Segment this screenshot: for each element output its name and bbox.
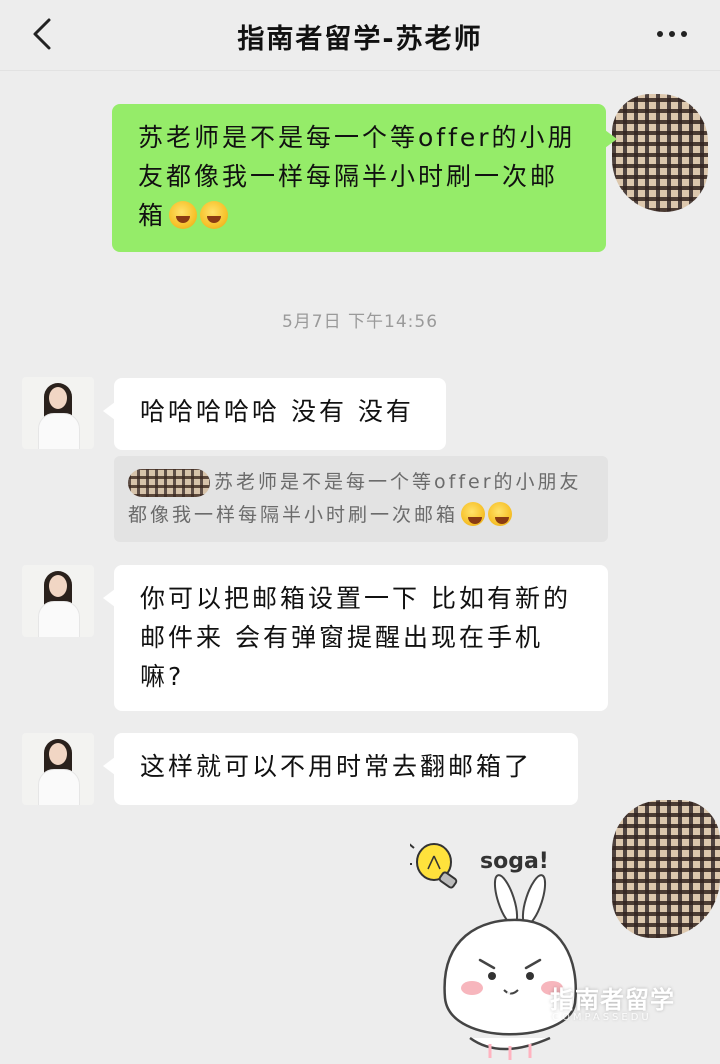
lightbulb-icon	[406, 842, 458, 889]
chat-header: 指南者留学-苏老师	[0, 0, 720, 71]
message-bubble-outgoing[interactable]: 苏老师是不是每一个等offer的小朋友都像我一样每隔半小时刷一次邮箱	[112, 104, 617, 252]
emoji-laugh-cry-icon	[200, 201, 229, 229]
watermark-text: 指南者留学	[550, 986, 675, 1014]
quoted-message[interactable]: 苏老师是不是每一个等offer的小朋友都像我一样每隔半小时刷一次邮箱	[114, 456, 608, 542]
chat-title: 指南者留学-苏老师	[237, 24, 483, 55]
timestamp: 5月7日 下午14:56	[281, 312, 439, 332]
avatar[interactable]	[22, 377, 94, 449]
more-icon	[654, 31, 690, 37]
emoji-laugh-cry-icon	[169, 201, 198, 229]
emoji-laugh-cry-icon	[488, 501, 513, 526]
watermark: 指南者留学 COMPASSEDU	[506, 976, 716, 1036]
more-button[interactable]	[652, 18, 692, 50]
redacted-name	[128, 468, 210, 497]
message-text: 这样就可以不用时常去翻邮箱了	[140, 752, 533, 781]
message-bubble-incoming[interactable]: 这样就可以不用时常去翻邮箱了	[103, 733, 578, 805]
sticker-text: soga!	[480, 849, 549, 874]
avatar[interactable]	[22, 565, 94, 637]
avatar[interactable]	[22, 733, 94, 805]
compass-logo-icon	[506, 982, 540, 1016]
self-avatar[interactable]	[612, 800, 720, 938]
message-text: 哈哈哈哈哈 没有 没有	[140, 397, 414, 426]
message-bubble-incoming[interactable]: 哈哈哈哈哈 没有 没有	[103, 378, 446, 450]
message-bubble-incoming[interactable]: 你可以把邮箱设置一下 比如有新的邮件来 会有弹窗提醒出现在手机嘛?	[103, 565, 608, 711]
emoji-laugh-cry-icon	[461, 501, 486, 526]
message-text: 你可以把邮箱设置一下 比如有新的邮件来 会有弹窗提醒出现在手机嘛?	[140, 584, 571, 691]
watermark-sub: COMPASSEDU	[552, 1012, 652, 1023]
self-avatar[interactable]	[612, 94, 708, 212]
